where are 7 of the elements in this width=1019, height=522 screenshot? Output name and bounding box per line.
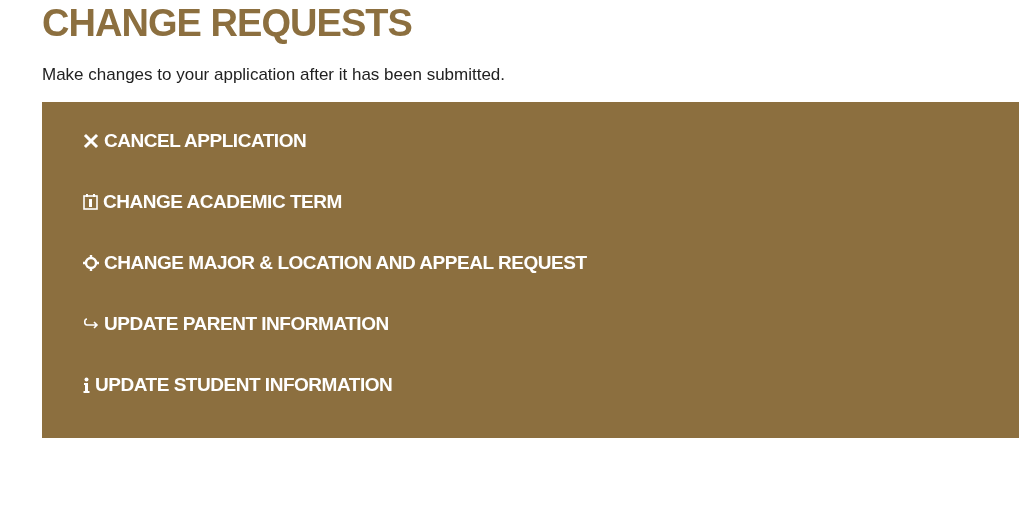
page-title: CHANGE REQUESTS [42, 1, 413, 45]
info-icon [83, 377, 90, 393]
arrow-icon [83, 318, 99, 330]
close-icon [83, 133, 99, 149]
gear-icon [83, 255, 99, 271]
description: Make changes to your application after it has been submitted. [42, 64, 506, 86]
calendar-icon [83, 194, 98, 210]
